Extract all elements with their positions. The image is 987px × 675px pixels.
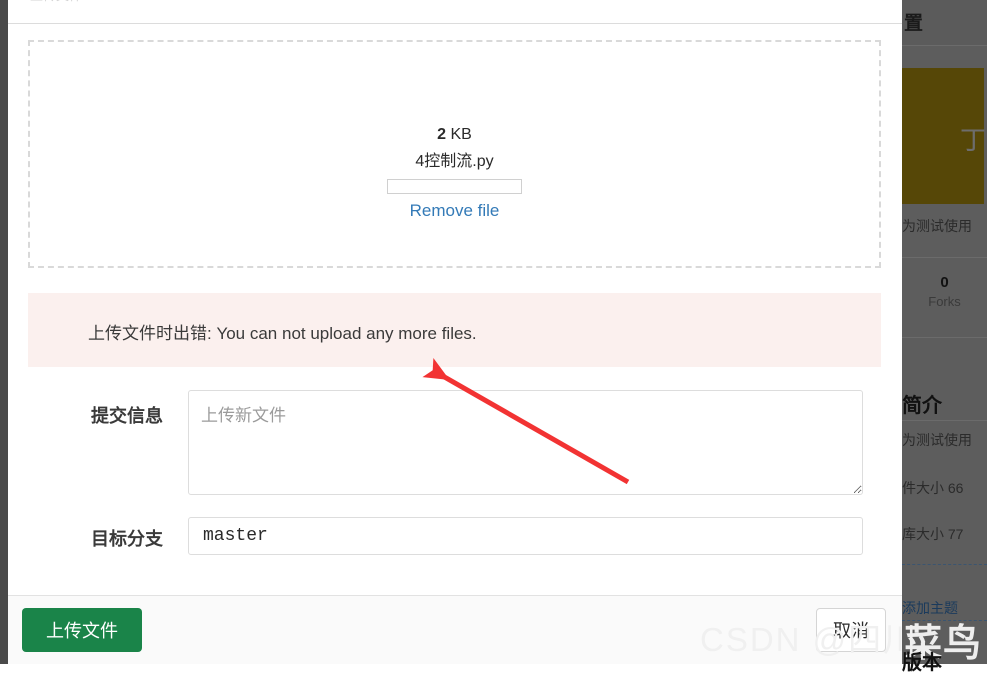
commit-message-row: 提交信息 — [8, 390, 902, 500]
modal-body: 2 KB 4控制流.py Remove file 上传文件时出错: You ca… — [8, 25, 902, 595]
background-forks-stat[interactable]: 0 Forks — [902, 262, 987, 338]
upload-file-modal: 上传文件 2 KB 4控制流.py Remove file 上传文件时出错: Y… — [8, 0, 902, 664]
dropzone-file-preview: 2 KB 4控制流.py Remove file — [30, 125, 879, 221]
background-banner-image: 丁 — [902, 68, 986, 204]
commit-message-label: 提交信息 — [91, 406, 163, 426]
file-size-row: 2 KB — [30, 125, 879, 146]
background-forks-label: Forks — [928, 294, 961, 309]
breadcrumb: 上传文件 — [30, 0, 82, 4]
background-about-title: 简介 — [902, 395, 942, 417]
background-about-section-header: 简介 — [902, 383, 987, 421]
background-repo-description: 为测试使用 — [902, 206, 987, 258]
background-banner-glyph: 丁 — [959, 125, 986, 155]
upload-error-alert: 上传文件时出错: You can not upload any more fil… — [28, 293, 881, 367]
background-repo-size-line: 库大小 77 — [902, 526, 964, 542]
target-branch-row: 目标分支 — [8, 517, 902, 559]
file-size-value: 2 — [437, 126, 447, 143]
upload-progress-bar — [387, 178, 522, 194]
commit-message-input[interactable] — [188, 390, 863, 495]
background-forks-count: 0 — [940, 274, 949, 291]
file-name: 4控制流.py — [415, 152, 494, 170]
file-dropzone[interactable]: 2 KB 4控制流.py Remove file — [28, 40, 881, 268]
background-description-text: 为测试使用 — [902, 218, 972, 234]
cancel-button[interactable]: 取消 — [816, 608, 886, 652]
target-branch-label: 目标分支 — [91, 529, 163, 549]
background-right-panel: 置 丁 为测试使用 0 Forks 简介 为测试使用 件大小 66 库大小 77… — [902, 0, 987, 674]
modal-header: 上传文件 — [8, 0, 902, 24]
remove-file-link[interactable]: Remove file — [410, 201, 500, 221]
background-repo-nav[interactable]: 置 — [902, 0, 987, 46]
upload-file-button[interactable]: 上传文件 — [22, 608, 142, 652]
background-divider-top — [902, 564, 987, 565]
background-settings-label: 置 — [904, 13, 924, 34]
background-overlay-small-text: 版本 — [902, 652, 942, 674]
background-left-rail — [0, 0, 8, 664]
background-about-description: 为测试使用 — [902, 432, 972, 448]
background-file-size-line: 件大小 66 — [902, 480, 964, 496]
file-size-unit: KB — [450, 126, 472, 143]
target-branch-input[interactable] — [188, 517, 863, 555]
modal-footer: 上传文件 取消 — [8, 595, 902, 664]
upload-error-message: 上传文件时出错: You can not upload any more fil… — [88, 324, 477, 343]
